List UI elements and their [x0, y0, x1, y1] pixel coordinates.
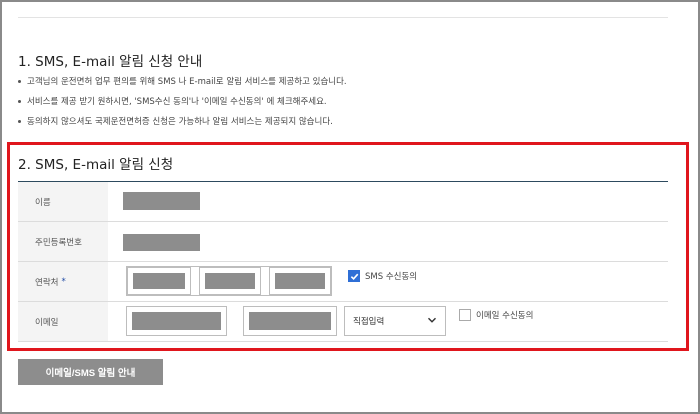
- phone-input-2[interactable]: [199, 267, 261, 295]
- name-label: 이름: [18, 182, 108, 221]
- email-domain-select-value: 직접입력: [353, 317, 385, 327]
- email-consent-checkbox[interactable]: [459, 309, 471, 321]
- section1-title: 1. SMS, E-mail 알림 신청 안내: [18, 54, 203, 70]
- top-divider: [18, 17, 668, 18]
- phone-label: 연락처 *: [18, 262, 108, 301]
- email-consent-label[interactable]: 이메일 수신동의: [476, 309, 533, 321]
- email-id-input[interactable]: [126, 306, 227, 336]
- notice-text: 고객님의 운전면허 업무 편의를 위해 SMS 나 E-mail로 알림 서비스…: [27, 77, 347, 87]
- bullet-icon: [18, 80, 21, 83]
- phone-input-group: [126, 266, 332, 296]
- rrn-masked-value: [123, 234, 200, 251]
- notice-item: 고객님의 운전면허 업무 편의를 위해 SMS 나 E-mail로 알림 서비스…: [18, 75, 347, 87]
- required-mark: *: [61, 276, 66, 287]
- name-masked-value: [123, 192, 200, 210]
- notice-item: 서비스를 제공 받기 원하시면, 'SMS수신 동의'나 '이메일 수신동의' …: [18, 95, 327, 107]
- rrn-row: 주민등록번호: [18, 222, 668, 262]
- bullet-icon: [18, 120, 21, 123]
- bullet-icon: [18, 100, 21, 103]
- notice-text: 서비스를 제공 받기 원하시면, 'SMS수신 동의'나 '이메일 수신동의' …: [27, 97, 327, 107]
- check-icon: [350, 273, 359, 281]
- phone-row: 연락처 * SMS 수신동의: [18, 262, 668, 302]
- email-domain-input[interactable]: [243, 306, 337, 336]
- sms-consent-checkbox[interactable]: [348, 270, 360, 282]
- chevron-down-icon: [427, 317, 437, 323]
- section2-title: 2. SMS, E-mail 알림 신청: [18, 157, 174, 173]
- name-row: 이름: [18, 182, 668, 222]
- email-domain-select[interactable]: 직접입력: [344, 306, 446, 336]
- notice-text: 동의하지 않으셔도 국제운전면허증 신청은 가능하나 알림 서비스는 제공되지 …: [27, 117, 333, 127]
- rrn-label: 주민등록번호: [18, 222, 108, 261]
- email-row: 이메일 직접입력 이메일 수신동의: [18, 302, 668, 342]
- notification-info-button[interactable]: 이메일/SMS 알림 안내: [18, 359, 163, 385]
- phone-input-3[interactable]: [269, 267, 331, 295]
- email-label: 이메일: [18, 302, 108, 341]
- sms-consent-label[interactable]: SMS 수신동의: [365, 270, 417, 282]
- notice-item: 동의하지 않으셔도 국제운전면허증 신청은 가능하나 알림 서비스는 제공되지 …: [18, 115, 333, 127]
- phone-input-1[interactable]: [127, 267, 191, 295]
